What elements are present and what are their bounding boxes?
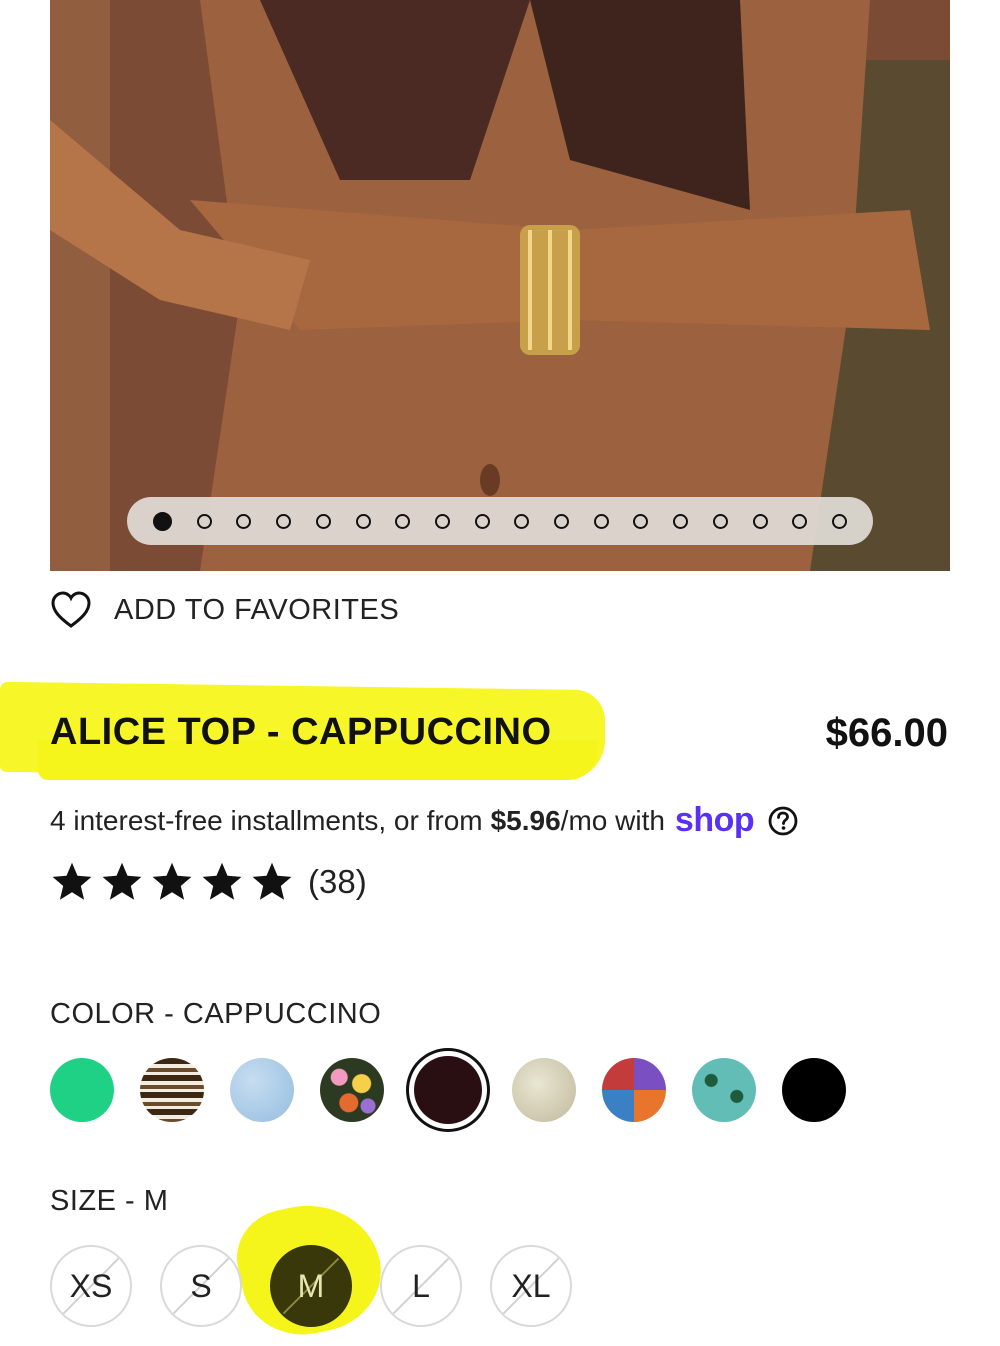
installments-amount: $5.96 [490,804,561,836]
size-option-label: S [190,1267,212,1304]
size-option-xs[interactable]: XS [50,1245,132,1327]
product-price: $66.00 [825,711,948,755]
size-option-m[interactable]: M [270,1245,352,1327]
rating-stars [50,860,294,904]
swatch-patchwork[interactable] [602,1058,666,1122]
shop-pay-logo[interactable]: shop [675,801,755,840]
swatch-green[interactable] [50,1058,114,1122]
star-icon [152,862,192,900]
swatch-floral[interactable] [320,1058,384,1122]
carousel-dot[interactable] [236,513,252,529]
carousel-dot[interactable] [434,513,450,529]
carousel-dot[interactable] [831,513,847,529]
color-label: COLOR - CAPPUCCINO [50,998,382,1030]
size-option-label: XS [69,1267,113,1304]
size-option-label: XL [511,1267,551,1304]
carousel-dot[interactable] [673,513,689,529]
carousel-dot[interactable] [395,513,411,529]
carousel-dot[interactable] [633,513,649,529]
carousel-dot[interactable] [474,513,490,529]
carousel-dot[interactable] [355,513,371,529]
swatch-cream-texture[interactable] [512,1058,576,1122]
swatch-light-blue[interactable] [230,1058,294,1122]
product-rating[interactable]: (38) [50,860,367,904]
product-image[interactable] [50,0,950,571]
review-count[interactable]: (38) [308,863,367,901]
carousel-dot[interactable] [792,513,808,529]
star-icon [202,862,242,900]
size-option-l[interactable]: L [380,1245,462,1327]
size-option-label: L [412,1267,430,1304]
carousel-dot[interactable] [315,513,331,529]
product-photo-illustration [50,0,950,571]
installments-info: 4 interest-free installments, or from $5… [50,801,798,840]
swatch-palm-print[interactable] [692,1058,756,1122]
color-swatches [50,1048,846,1132]
size-option-xl[interactable]: XL [490,1245,572,1327]
star-icon [102,862,142,900]
question-icon[interactable] [768,806,798,836]
carousel-dot[interactable] [276,513,292,529]
size-option-label: M [297,1267,325,1304]
add-to-favorites-label: ADD TO FAVORITES [114,593,400,626]
swatch-black[interactable] [782,1058,846,1122]
carousel-dot[interactable] [712,513,728,529]
swatch-stripes[interactable] [140,1058,204,1122]
swatch-cappuccino-inner [414,1056,482,1124]
installments-suffix: /mo with [560,804,665,836]
star-icon [52,862,92,900]
carousel-dot[interactable] [554,513,570,529]
size-option-s[interactable]: S [160,1245,242,1327]
swatch-cappuccino-selected[interactable] [406,1048,490,1132]
carousel-dot[interactable] [593,513,609,529]
carousel-dot[interactable] [752,513,768,529]
size-options: XS S M L XL [50,1245,572,1327]
size-label: SIZE - M [50,1185,169,1217]
star-icon [252,862,292,900]
carousel-dot[interactable] [153,511,172,531]
installments-prefix: 4 interest-free installments, or from [50,804,483,836]
heart-icon [51,591,91,628]
add-to-favorites-button[interactable]: ADD TO FAVORITES [50,590,399,630]
carousel-dot[interactable] [514,513,530,529]
product-title: ALICE TOP - CAPPUCCINO [50,711,552,753]
carousel-pagination[interactable] [127,497,873,545]
carousel-dot[interactable] [196,513,212,529]
